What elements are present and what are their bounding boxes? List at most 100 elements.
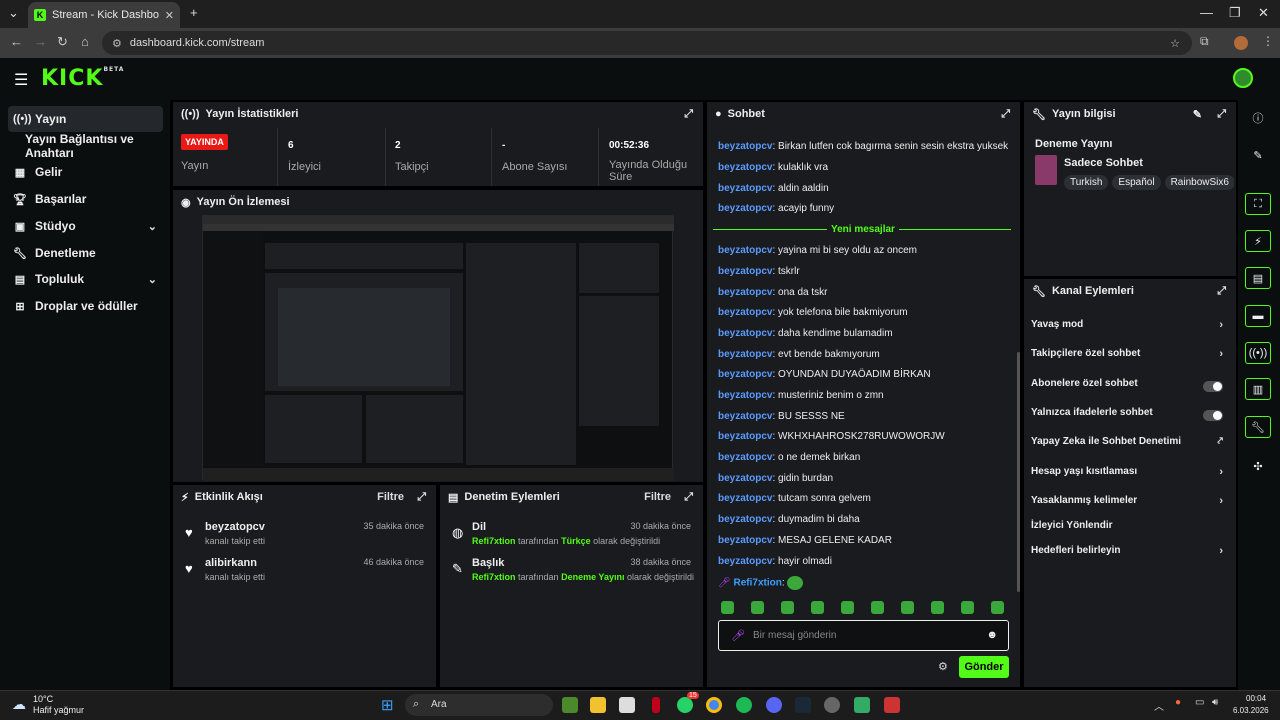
popout-icon[interactable]: ⤢: [1217, 108, 1226, 121]
tag-chip[interactable]: Español: [1112, 175, 1161, 190]
steam-icon[interactable]: [795, 697, 811, 713]
sidebar-item-gelir[interactable]: ▦ Gelir: [8, 159, 163, 185]
tag-chip[interactable]: Turkish: [1064, 175, 1109, 190]
chat-username[interactable]: beyzatopcv: [718, 183, 772, 194]
weather-desc[interactable]: Hafif yağmur: [33, 705, 84, 715]
sidebar-item-studyo[interactable]: ▣ Stüdyo ⌄: [8, 213, 163, 239]
filter-button[interactable]: Filtre: [377, 491, 404, 503]
broadcast-icon[interactable]: ((•)): [1245, 342, 1271, 364]
chat-username[interactable]: beyzatopcv: [718, 535, 772, 546]
back-icon[interactable]: ←: [10, 34, 23, 49]
bookmark-star-icon[interactable]: ☆: [1170, 37, 1180, 50]
windows-start-icon[interactable]: ⊞: [381, 696, 394, 714]
emote-icon[interactable]: [931, 601, 944, 614]
filter-button[interactable]: Filtre: [644, 491, 671, 503]
tab-close-icon[interactable]: ✕: [165, 9, 174, 22]
clock-date[interactable]: 6.03.2026: [1233, 706, 1269, 715]
chat-username[interactable]: beyzatopcv: [718, 162, 772, 173]
weather-temp[interactable]: 10°C: [33, 694, 53, 704]
chat-username[interactable]: beyzatopcv: [718, 141, 772, 152]
category-name[interactable]: Sadece Sohbet: [1064, 157, 1143, 169]
send-button[interactable]: Gönder: [959, 656, 1009, 678]
browser-tab[interactable]: K Stream - Kick Dashboard ✕: [28, 2, 180, 28]
chat-username[interactable]: beyzatopcv: [718, 307, 772, 318]
lightning-icon[interactable]: ⚡︎: [1245, 230, 1271, 252]
mic-tray-icon[interactable]: ●: [1175, 697, 1181, 708]
subscribers-only-toggle[interactable]: [1203, 381, 1223, 392]
netflix-icon[interactable]: [652, 697, 660, 713]
sidebar-item-yayin[interactable]: ((•)) Yayın: [8, 106, 163, 132]
chat-username[interactable]: beyzatopcv: [718, 452, 772, 463]
volume-icon[interactable]: 🔊︎: [1212, 697, 1218, 708]
chat-username[interactable]: beyzatopcv: [718, 431, 772, 442]
activity-user[interactable]: alibirkann: [205, 557, 257, 569]
moderation-actor[interactable]: Refi7xtion: [472, 572, 516, 582]
activity-user[interactable]: beyzatopcv: [205, 521, 265, 533]
emote-icon[interactable]: [721, 601, 734, 614]
action-ai-moderation[interactable]: Yapay Zeka ile Sohbet Denetimi ⤤: [1031, 436, 1227, 456]
emote-icon[interactable]: [811, 601, 824, 614]
taskbar-search[interactable]: ⌕ Ara: [405, 694, 553, 716]
chat-username[interactable]: Refi7xtion: [733, 578, 781, 589]
emote-icon[interactable]: [961, 601, 974, 614]
sidebar-item-stream-key[interactable]: Yayın Bağlantısı ve Anahtarı: [20, 132, 175, 160]
emotes-only-toggle[interactable]: [1203, 410, 1223, 421]
url-field[interactable]: ⚙ dashboard.kick.com/stream ☆: [102, 31, 1192, 55]
chat-username[interactable]: beyzatopcv: [718, 556, 772, 567]
forward-icon[interactable]: →: [34, 34, 47, 49]
emoji-icon[interactable]: ☻: [986, 629, 998, 641]
emote-icon[interactable]: [751, 601, 764, 614]
clock-time[interactable]: 00:04: [1246, 694, 1266, 703]
popout-icon[interactable]: ⤢: [1217, 285, 1226, 298]
emote-icon[interactable]: [901, 601, 914, 614]
emote-icon[interactable]: [841, 601, 854, 614]
wrench-icon[interactable]: 🔧︎: [1245, 416, 1271, 438]
chat-username[interactable]: beyzatopcv: [718, 493, 772, 504]
popout-icon[interactable]: ⤢: [417, 491, 426, 504]
extensions-icon[interactable]: ⧉: [1200, 34, 1209, 49]
chat-settings-gear-icon[interactable]: ⚙: [938, 660, 948, 673]
action-host[interactable]: İzleyici Yönlendir: [1031, 520, 1227, 540]
minecraft-icon[interactable]: [562, 697, 578, 713]
close-window-icon[interactable]: ✕: [1258, 5, 1269, 21]
chat-username[interactable]: beyzatopcv: [718, 369, 772, 380]
add-widget-icon[interactable]: ✣: [1245, 455, 1271, 477]
chat-username[interactable]: beyzatopcv: [718, 328, 772, 339]
minimize-icon[interactable]: —: [1200, 5, 1213, 20]
tab-search-icon[interactable]: ⌄: [8, 5, 19, 21]
popout-icon[interactable]: ⤢: [684, 491, 693, 504]
edit-pencil-icon[interactable]: ✎: [1193, 108, 1202, 121]
chat-icon[interactable]: ▬: [1245, 305, 1271, 327]
edit-pencil-icon[interactable]: ✎: [1245, 144, 1271, 166]
discord-icon[interactable]: [766, 697, 782, 713]
home-icon[interactable]: ⌂: [81, 34, 89, 49]
file-explorer-icon[interactable]: [590, 697, 606, 713]
tag-chip[interactable]: RainbowSix6: [1164, 175, 1234, 190]
maximize-icon[interactable]: ❐: [1229, 5, 1241, 21]
user-avatar[interactable]: [1233, 68, 1253, 88]
whatsapp-icon[interactable]: [677, 697, 693, 713]
obs-icon[interactable]: [824, 697, 840, 713]
emote-icon[interactable]: [991, 601, 1004, 614]
emote-icon[interactable]: [781, 601, 794, 614]
network-icon[interactable]: ▭: [1195, 697, 1204, 708]
new-tab-icon[interactable]: +: [190, 5, 198, 20]
popout-icon[interactable]: ⤢: [1001, 108, 1010, 121]
clipboard-icon[interactable]: ▤: [1245, 267, 1271, 289]
chat-username[interactable]: beyzatopcv: [718, 473, 772, 484]
chat-message-input[interactable]: 🎤︎ Bir mesaj gönderin ☻: [718, 620, 1009, 651]
layout-icon[interactable]: ▥: [1245, 378, 1271, 400]
action-slow-mode[interactable]: Yavaş mod ›: [1031, 319, 1227, 339]
chat-username[interactable]: beyzatopcv: [718, 390, 772, 401]
spotify-icon[interactable]: [736, 697, 752, 713]
rainbow-six-icon[interactable]: [884, 697, 900, 713]
browser-menu-icon[interactable]: ⋮: [1262, 34, 1274, 48]
reload-icon[interactable]: ↻: [57, 34, 68, 50]
action-goals[interactable]: Hedefleri belirleyin ›: [1031, 545, 1227, 565]
chat-username[interactable]: beyzatopcv: [718, 203, 772, 214]
sidebar-item-basarilar[interactable]: 🏆︎ Başarılar: [8, 186, 163, 212]
emote-icon[interactable]: [871, 601, 884, 614]
chat-username[interactable]: beyzatopcv: [718, 514, 772, 525]
chat-username[interactable]: beyzatopcv: [718, 266, 772, 277]
fullscreen-icon[interactable]: ⛶: [1245, 193, 1271, 215]
